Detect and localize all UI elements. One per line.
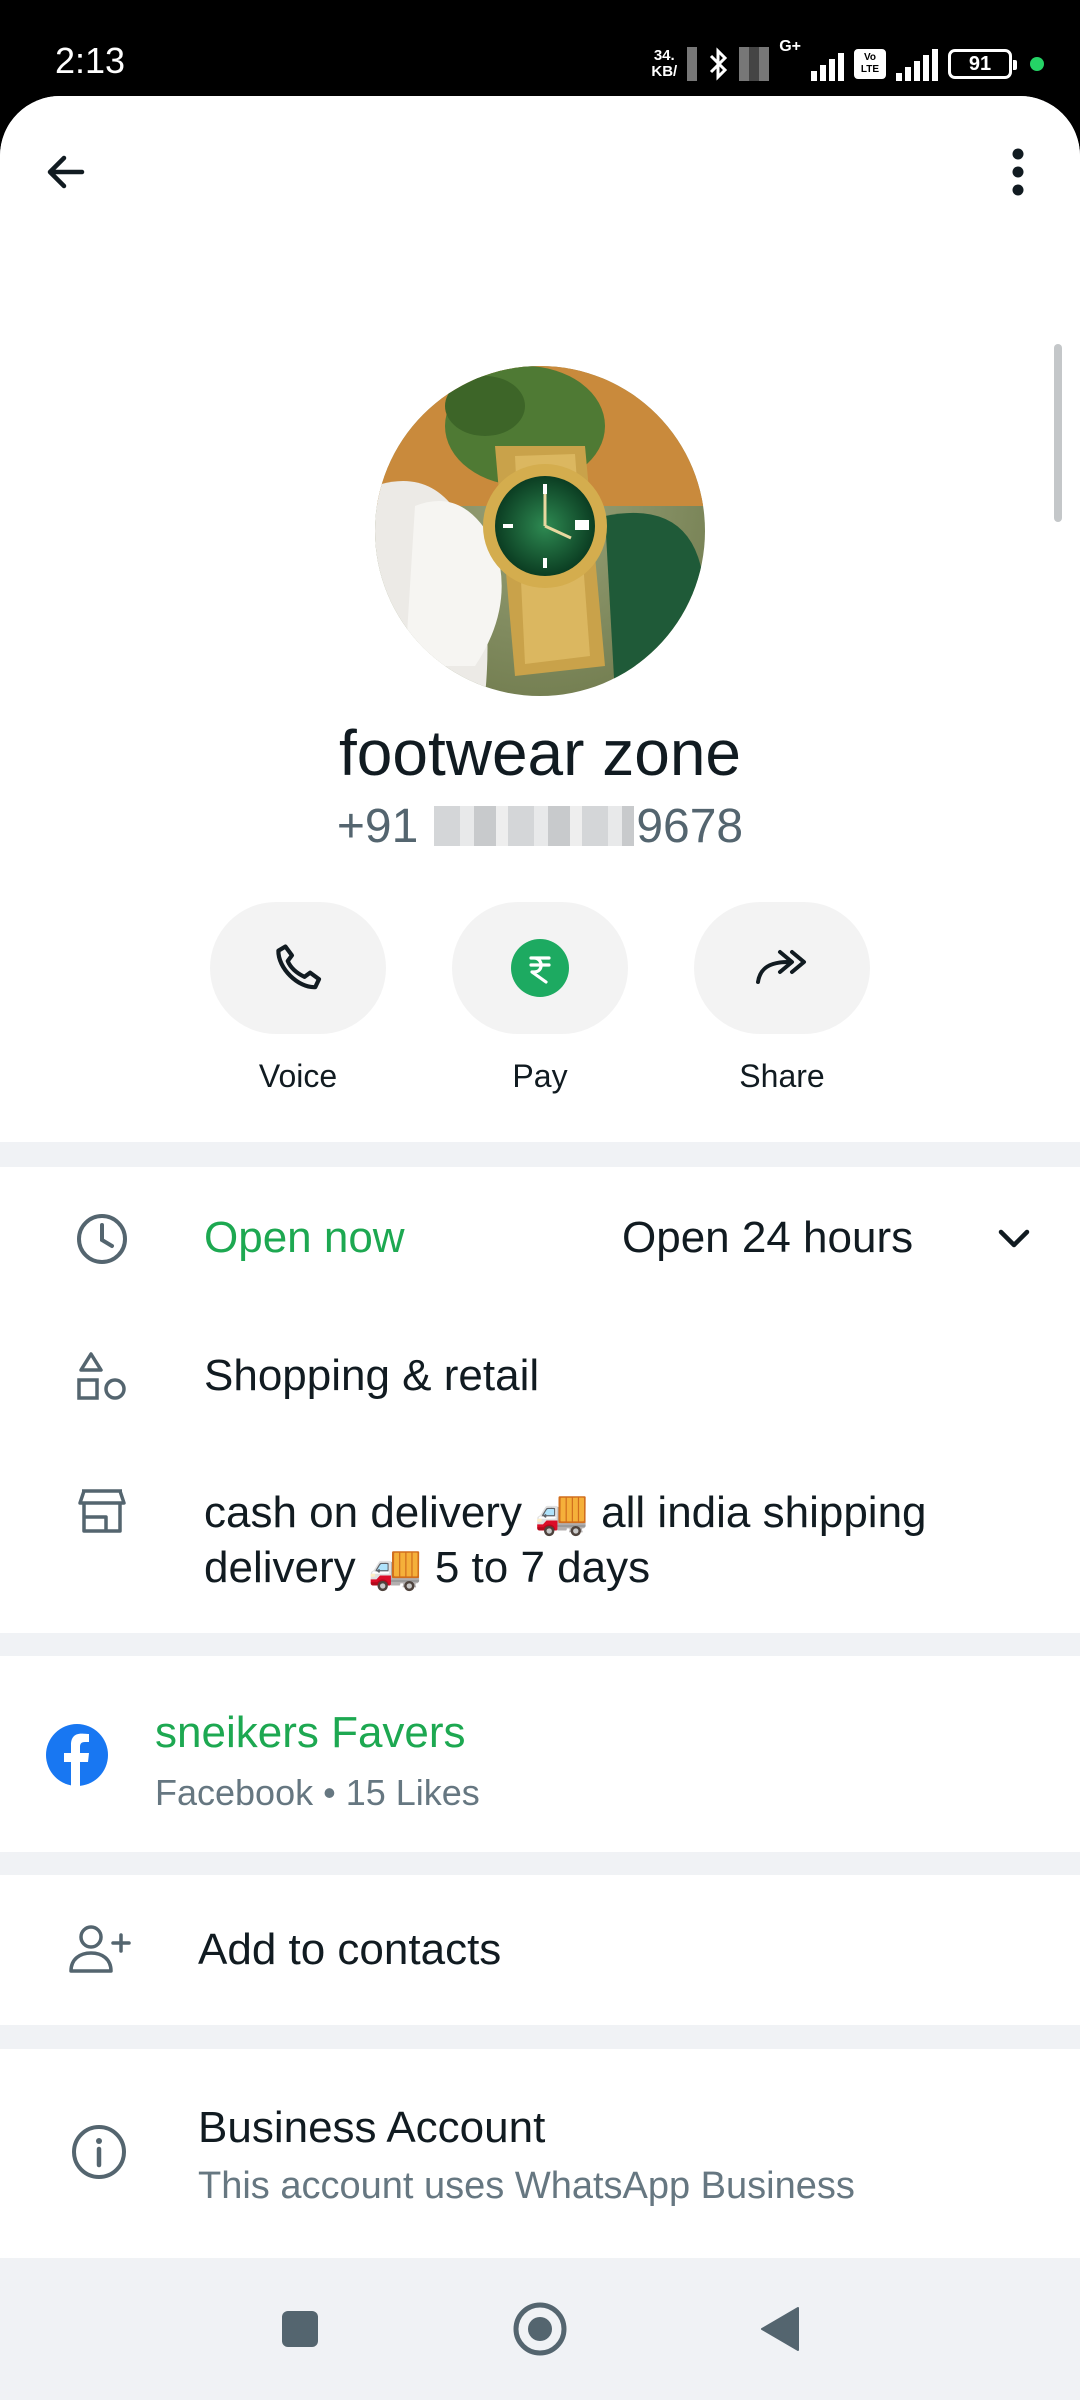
business-info-section: Open now Open 24 hours Shopping & retail… xyxy=(0,1167,1080,1633)
business-account-subtitle: This account uses WhatsApp Business xyxy=(198,2165,855,2207)
business-account-row[interactable]: Business Account This account uses Whats… xyxy=(0,2049,1080,2258)
scrollbar[interactable] xyxy=(1054,344,1062,522)
storefront-icon xyxy=(78,1489,126,1533)
share-forward-icon xyxy=(756,950,806,984)
rupee-icon xyxy=(511,939,569,997)
square-icon xyxy=(282,2311,318,2347)
open-status: Open now xyxy=(204,1213,405,1262)
expand-hours-button[interactable] xyxy=(990,1215,1038,1263)
voice-call-button[interactable]: Voice xyxy=(210,902,386,1095)
category-shapes-icon xyxy=(77,1352,126,1400)
add-person-icon xyxy=(69,1925,131,1973)
facebook-page-name: sneikers Favers xyxy=(155,1708,466,1757)
more-options-button[interactable] xyxy=(978,132,1058,212)
add-to-contacts-row[interactable]: Add to contacts xyxy=(0,1875,1080,2025)
circle-home-icon xyxy=(513,2302,567,2356)
triangle-back-icon xyxy=(761,2307,799,2351)
back-nav-button[interactable] xyxy=(745,2294,815,2364)
info-icon xyxy=(72,2125,126,2179)
status-bar: 2:13 34. KB/ G+ Vo LTE 91 xyxy=(0,0,1080,96)
privacy-indicator-icon xyxy=(1030,57,1044,71)
pay-button[interactable]: Pay xyxy=(452,902,628,1095)
facebook-icon xyxy=(46,1724,108,1786)
contact-name: footwear zone xyxy=(338,717,742,789)
clock-icon xyxy=(77,1214,127,1264)
volte-icon: Vo LTE xyxy=(854,49,886,79)
status-time: 2:13 xyxy=(55,40,126,81)
contact-phone: +91 9678 xyxy=(336,799,744,853)
status-icons: 34. KB/ G+ Vo LTE 91 xyxy=(651,38,1044,90)
chevron-down-icon xyxy=(998,1229,1030,1248)
facebook-link-row[interactable]: sneikers Favers Facebook • 15 Likes xyxy=(0,1656,1080,1852)
add-to-contacts-label: Add to contacts xyxy=(198,1925,502,1974)
business-description: cash on delivery 🚚 all india shipping de… xyxy=(204,1488,927,1592)
network-speed: 34. KB/ xyxy=(651,47,678,80)
home-button[interactable] xyxy=(505,2294,575,2364)
business-category: Shopping & retail xyxy=(204,1351,540,1400)
business-account-title: Business Account xyxy=(198,2103,546,2152)
signal-icon-2 xyxy=(896,47,938,81)
avatar[interactable] xyxy=(375,366,705,696)
arrow-left-icon xyxy=(47,155,85,189)
profile-card: footwear zone +91 9678 Voice Pay Share xyxy=(0,96,1080,1142)
phone-icon xyxy=(276,944,322,990)
network-type: G+ xyxy=(779,38,801,55)
obscured-icon xyxy=(739,47,770,81)
share-button[interactable]: Share xyxy=(694,902,870,1095)
contact-info-screen: footwear zone +91 9678 Voice Pay Share O… xyxy=(0,96,1080,2258)
obscured-icon xyxy=(687,47,698,81)
hours-detail: Open 24 hours xyxy=(622,1213,914,1262)
facebook-meta: Facebook • 15 Likes xyxy=(155,1772,480,1813)
hours-row[interactable]: Open now Open 24 hours xyxy=(0,1167,1080,1297)
recents-button[interactable] xyxy=(265,2294,335,2364)
bluetooth-icon xyxy=(710,47,728,81)
redacted-digits xyxy=(434,806,635,846)
battery-icon: 91 xyxy=(948,49,1017,79)
system-navigation-bar xyxy=(0,2258,1080,2400)
back-button[interactable] xyxy=(26,132,106,212)
more-vert-icon xyxy=(1012,148,1024,196)
signal-icon xyxy=(811,47,844,81)
